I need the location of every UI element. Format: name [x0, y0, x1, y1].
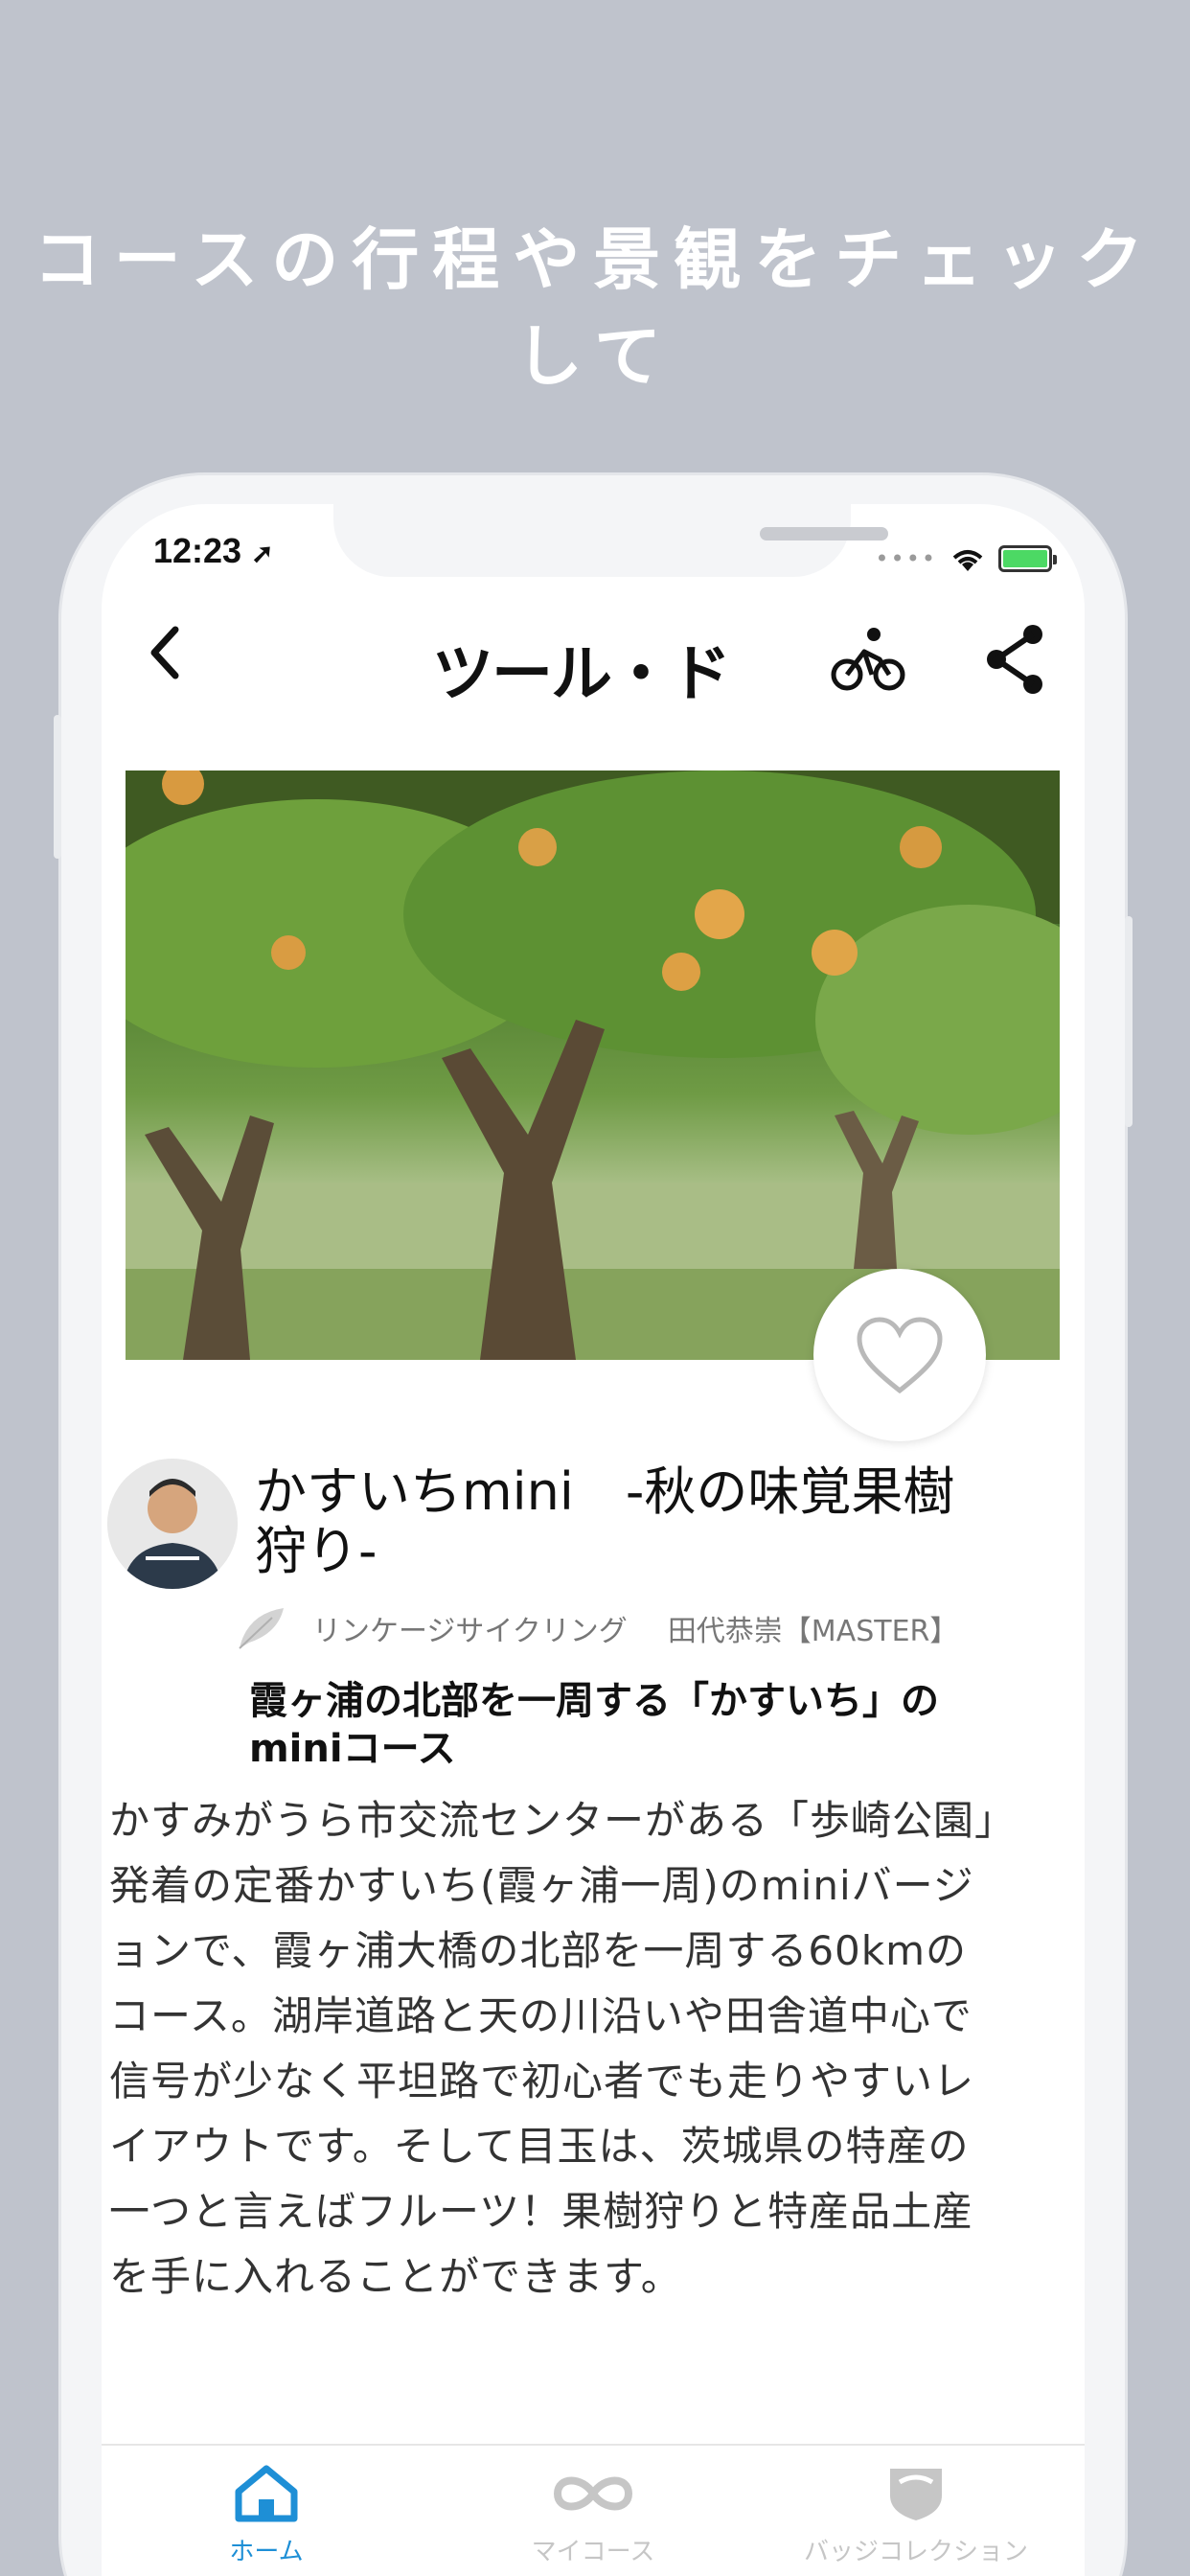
tab-home[interactable]: ホーム	[123, 2463, 410, 2567]
wifi-icon	[952, 550, 983, 571]
badge-icon	[890, 2469, 942, 2520]
course-meta: リンケージサイクリング 田代恭崇【MASTER】	[234, 1604, 958, 1652]
promo-headline: コースの行程や景観をチェックして	[33, 220, 1157, 396]
avatar-image	[107, 1459, 238, 1589]
heart-icon	[857, 1317, 943, 1394]
cycling-button[interactable]	[830, 621, 906, 698]
back-button[interactable]	[130, 619, 197, 686]
course-subtitle: 霞ヶ浦の北部を一周する「かすいち」のminiコース	[249, 1679, 939, 1771]
tab-badge-collection[interactable]: バッジコレクション	[772, 2463, 1060, 2567]
organizer-name[interactable]: リンケージサイクリング	[312, 1607, 628, 1649]
author-avatar[interactable]	[107, 1459, 238, 1589]
power-button	[1125, 916, 1133, 1127]
volume-button	[54, 715, 61, 859]
home-icon	[235, 2465, 298, 2522]
author-name[interactable]: 田代恭崇【MASTER】	[668, 1607, 959, 1649]
battery-icon	[998, 545, 1057, 572]
speaker	[760, 527, 888, 540]
status-indicators: ••••	[875, 544, 1057, 573]
course-description: かすみがうら市交流センターがある「歩崎公園」発着の定番かすいち(霞ヶ浦一周)のm…	[109, 1797, 996, 2300]
phone-frame: 12:23 ➚ •••• ツール・ド かすいちmini -秋の味覚果樹狩り- リ…	[54, 475, 1133, 2576]
course-title: かすいちmini -秋の味覚果樹狩り-	[255, 1461, 955, 1581]
navigation-bar: ツール・ド	[102, 600, 1085, 715]
infinity-icon	[553, 2476, 633, 2511]
tab-bar: ホーム マイコース バッジコレクション	[102, 2444, 1085, 2576]
status-time-text: 12:23	[153, 531, 242, 570]
location-icon: ➚	[251, 539, 274, 568]
tab-badge-collection-label: バッジコレクション	[803, 2538, 1028, 2566]
feather-icon	[239, 1608, 284, 1649]
tab-home-label: ホーム	[229, 2538, 304, 2566]
chevron-left-icon	[150, 626, 179, 679]
cyclist-icon	[831, 628, 905, 691]
notch	[333, 504, 888, 577]
signal-icon: ••••	[875, 545, 937, 572]
share-button[interactable]	[981, 621, 1048, 698]
tab-my-course[interactable]: マイコース	[449, 2463, 737, 2567]
favorite-button[interactable]	[813, 1269, 986, 1441]
share-icon	[987, 625, 1042, 694]
tab-my-course-label: マイコース	[531, 2538, 655, 2566]
app-logo: ツール・ド	[432, 639, 731, 710]
status-time: 12:23 ➚	[153, 531, 274, 571]
